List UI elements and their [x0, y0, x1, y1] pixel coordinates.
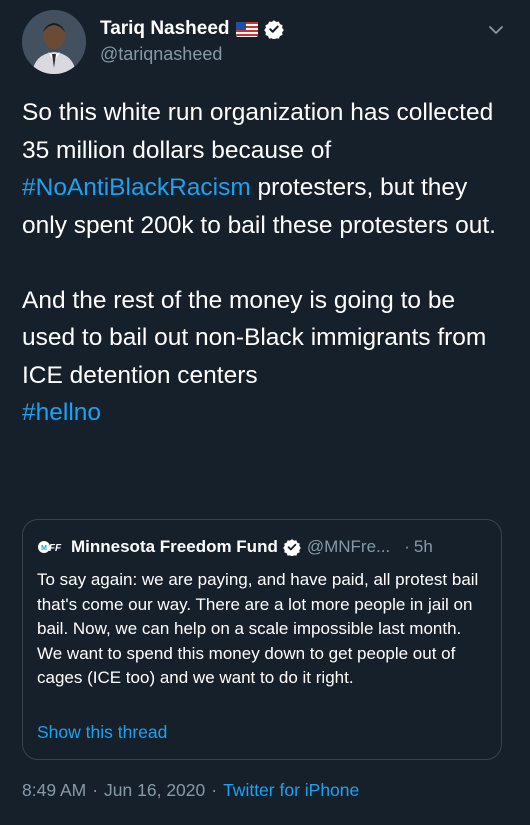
svg-text:FF: FF	[49, 543, 62, 554]
verified-badge-icon	[263, 19, 284, 40]
tweet-date[interactable]: Jun 16, 2020	[104, 780, 205, 800]
quoted-tweet[interactable]: M FF Minnesota Freedom Fund @MNFre... · …	[22, 519, 502, 760]
author-handle[interactable]: @tariqnasheed	[100, 44, 284, 65]
hashtag-link[interactable]: #hellno	[22, 394, 512, 432]
quoted-tweet-text: To say again: we are paying, and have pa…	[37, 570, 479, 687]
show-thread-link[interactable]: Show this thread	[37, 722, 167, 743]
quoted-tweet-header: M FF Minnesota Freedom Fund @MNFre... · …	[37, 534, 487, 560]
quoted-author-handle[interactable]: @MNFre...	[307, 537, 390, 557]
source-app-link[interactable]: Twitter for iPhone	[223, 780, 359, 800]
quoted-author-name[interactable]: Minnesota Freedom Fund	[71, 537, 278, 557]
quoted-timestamp[interactable]: 5h	[414, 537, 433, 557]
separator-dot: ·	[404, 537, 410, 556]
mff-logo-icon: M FF	[37, 537, 63, 557]
hashtag-link[interactable]: #NoAntiBlackRacism	[22, 174, 251, 201]
verified-badge-icon	[282, 538, 301, 557]
tweet-header: Tariq Nasheed @tariqnasheed	[22, 10, 508, 80]
avatar[interactable]	[22, 10, 86, 74]
tweet-meta: 8:49 AM · Jun 16, 2020 · Twitter for iPhone	[22, 780, 359, 801]
avatar-image	[22, 10, 86, 74]
chevron-down-icon[interactable]	[484, 18, 508, 42]
tweet-text: So this white run organization has colle…	[22, 94, 512, 432]
author-name[interactable]: Tariq Nasheed	[100, 18, 230, 40]
svg-text:M: M	[41, 545, 47, 552]
tweet-text-segment: So this white run organization has colle…	[22, 99, 494, 164]
separator-dot: ·	[92, 780, 99, 800]
tweet-time[interactable]: 8:49 AM	[22, 780, 86, 800]
tweet-paragraph-1: So this white run organization has colle…	[22, 94, 512, 244]
separator-dot: ·	[211, 780, 218, 800]
us-flag-icon	[235, 21, 258, 37]
tweet-paragraph-2: And the rest of the money is going to be…	[22, 286, 487, 389]
tweet: Tariq Nasheed @tariqnasheed So this whit…	[0, 0, 530, 825]
